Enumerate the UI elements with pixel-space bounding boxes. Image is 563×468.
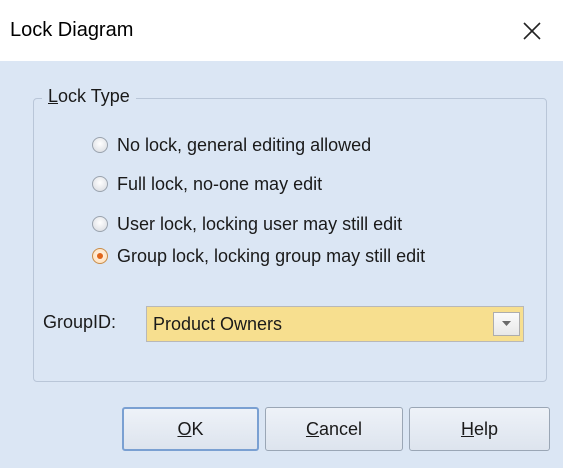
title-bar: Lock Diagram [0,0,563,61]
dropdown-button[interactable] [493,312,520,336]
cancel-label-rest: ancel [318,418,363,439]
radio-button-selected[interactable] [92,248,108,264]
close-icon [523,21,541,40]
window-title: Lock Diagram [10,19,134,41]
cancel-accelerator: C [305,418,319,439]
ok-accelerator: O [177,418,192,439]
groupid-value: Product Owners [153,314,283,334]
lock-type-legend: Lock Type [42,86,136,107]
radio-label: Group lock, locking group may still edit [117,245,426,266]
chevron-down-icon [502,321,511,326]
close-button[interactable] [501,0,563,61]
legend-accelerator: L [48,86,59,106]
radio-full-lock[interactable]: Full lock, no-one may edit [92,171,322,197]
radio-button[interactable] [92,176,108,192]
radio-button[interactable] [92,216,108,232]
radio-label: Full lock, no-one may edit [117,173,323,194]
radio-label: User lock, locking user may still edit [117,213,403,234]
radio-label: No lock, general editing allowed [117,134,372,155]
legend-label: ock Type [58,86,130,106]
groupid-select[interactable]: Product Owners [146,306,524,342]
help-button[interactable]: Help [409,407,550,451]
groupid-label: GroupID: [43,312,117,332]
lock-diagram-dialog: Lock Diagram Lock Type No lock, general … [0,0,563,468]
ok-button[interactable]: OK [122,407,259,451]
ok-label-rest: K [191,418,204,439]
radio-group-lock[interactable]: Group lock, locking group may still edit [92,243,425,269]
help-accelerator: H [460,418,474,439]
radio-user-lock[interactable]: User lock, locking user may still edit [92,211,402,237]
cancel-button[interactable]: Cancel [265,407,403,451]
help-label-rest: elp [473,418,499,439]
radio-button[interactable] [92,137,108,153]
radio-no-lock[interactable]: No lock, general editing allowed [92,132,371,158]
